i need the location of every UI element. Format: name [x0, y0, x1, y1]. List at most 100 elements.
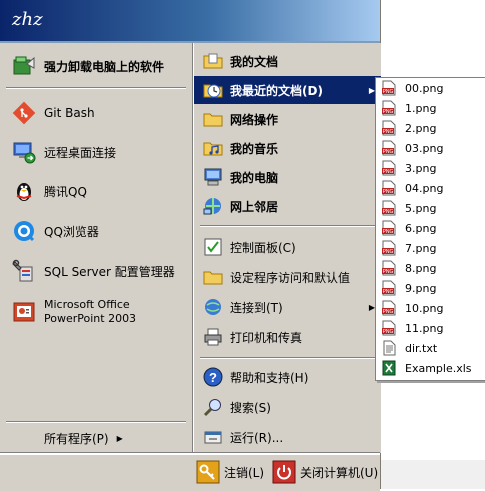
key-icon [196, 460, 220, 484]
program-sql-server-config[interactable]: SQL Server 配置管理器 [0, 254, 192, 288]
setting-printers[interactable]: 打印机和传真 [194, 323, 381, 351]
recent-doc-item[interactable]: PNG 6.png [376, 218, 484, 238]
place-my-computer[interactable]: 我的电脑 [194, 163, 381, 191]
recent-doc-label: 11.png [405, 321, 444, 335]
svg-text:PNG: PNG [383, 209, 394, 215]
recent-doc-label: 8.png [405, 261, 437, 275]
recent-doc-label: 00.png [405, 81, 444, 95]
png-file-icon: PNG [381, 140, 397, 156]
png-file-icon: PNG [381, 260, 397, 276]
help-run[interactable]: 运行(R)... [194, 423, 381, 451]
png-file-icon: PNG [381, 220, 397, 236]
recent-doc-item[interactable]: Example.xls [376, 358, 484, 378]
recent-doc-item[interactable]: PNG 3.png [376, 158, 484, 178]
recent-doc-label: 03.png [405, 141, 444, 155]
program-label: Microsoft Office PowerPoint 2003 [44, 298, 137, 325]
program-label: 远程桌面连接 [44, 145, 117, 160]
setting-control-panel[interactable]: 控制面板(C) [194, 233, 381, 261]
help-search[interactable]: 搜索(S) [194, 393, 381, 421]
logoff-label: 注销(L) [224, 465, 265, 480]
logoff-button[interactable]: 注销(L) [196, 460, 264, 484]
recent-doc-item[interactable]: PNG 9.png [376, 278, 484, 298]
left-separator [6, 87, 186, 89]
recent-doc-label: dir.txt [405, 341, 438, 355]
svg-text:?: ? [209, 370, 217, 385]
svg-text:PNG: PNG [383, 249, 394, 255]
recent-doc-item[interactable]: PNG 7.png [376, 238, 484, 258]
place-recent-documents[interactable]: 我最近的文档(D) ▶ [194, 76, 381, 104]
help-label: 运行(R)... [230, 430, 284, 445]
right-separator-2 [200, 357, 376, 359]
png-file-icon: PNG [381, 160, 397, 176]
place-network-neighborhood[interactable]: 网上邻居 [194, 192, 381, 220]
recent-doc-label: Example.xls [405, 361, 472, 375]
folder-icon [202, 108, 224, 130]
start-menu: zhz 强力卸载电脑上的软件 Git Bash 远程桌面连接 腾讯QQ QQ浏览… [0, 0, 381, 491]
recent-doc-item[interactable]: PNG 1.png [376, 98, 484, 118]
setting-label: 控制面板(C) [230, 240, 296, 255]
program-remote-desktop[interactable]: 远程桌面连接 [0, 135, 192, 169]
program-label: QQ浏览器 [44, 224, 99, 239]
svg-text:PNG: PNG [383, 329, 394, 335]
recent-doc-item[interactable]: PNG 8.png [376, 258, 484, 278]
recent-doc-item[interactable]: PNG 00.png [376, 78, 484, 98]
recent-documents-icon [202, 79, 224, 101]
help-label: 搜索(S) [230, 400, 271, 415]
place-label: 我的电脑 [230, 170, 279, 185]
programs-column: 强力卸载电脑上的软件 Git Bash 远程桌面连接 腾讯QQ QQ浏览器 SQ… [0, 43, 192, 453]
user-name: zhz [12, 9, 43, 30]
program-qq-browser[interactable]: QQ浏览器 [0, 214, 192, 248]
help-label: 帮助和支持(H) [230, 370, 309, 385]
svg-text:PNG: PNG [383, 229, 394, 235]
all-programs-button[interactable]: 所有程序(P) ▶ [44, 428, 184, 448]
shutdown-label: 关闭计算机(U) [300, 465, 379, 480]
search-icon [202, 396, 224, 418]
place-label: 我的文档 [230, 54, 279, 69]
remote-desktop-icon [10, 138, 38, 166]
folder-icon [202, 266, 224, 288]
place-my-music[interactable]: 我的音乐 [194, 134, 381, 162]
setting-label: 连接到(T) [230, 300, 283, 315]
git-bash-icon [10, 99, 38, 127]
svg-text:PNG: PNG [383, 269, 394, 275]
start-menu-header: zhz [0, 0, 380, 43]
recent-doc-item[interactable]: PNG 03.png [376, 138, 484, 158]
program-powerpoint[interactable]: Microsoft Office PowerPoint 2003 [0, 294, 192, 334]
svg-text:PNG: PNG [383, 309, 394, 315]
setting-program-access[interactable]: 设定程序访问和默认值 [194, 263, 381, 291]
program-label: 腾讯QQ [44, 184, 87, 199]
program-label: SQL Server 配置管理器 [44, 264, 175, 279]
recent-doc-item[interactable]: PNG 2.png [376, 118, 484, 138]
excel-file-icon [381, 360, 397, 376]
help-icon: ? [202, 366, 224, 388]
png-file-icon: PNG [381, 180, 397, 196]
program-qq[interactable]: 腾讯QQ [0, 174, 192, 208]
control-panel-icon [202, 236, 224, 258]
recent-doc-item[interactable]: dir.txt [376, 338, 484, 358]
place-label: 网上邻居 [230, 199, 279, 214]
place-network-ops[interactable]: 网络操作 [194, 105, 381, 133]
recent-doc-item[interactable]: PNG 5.png [376, 198, 484, 218]
my-documents-icon [202, 50, 224, 72]
recent-doc-item[interactable]: PNG 04.png [376, 178, 484, 198]
recent-doc-label: 2.png [405, 121, 437, 135]
recent-doc-item[interactable]: PNG 11.png [376, 318, 484, 338]
place-label: 我最近的文档(D) [230, 83, 323, 98]
start-menu-footer: 注销(L) 关闭计算机(U) [0, 453, 380, 491]
program-git-bash[interactable]: Git Bash [0, 96, 192, 130]
svg-text:PNG: PNG [383, 149, 394, 155]
shutdown-button[interactable]: 关闭计算机(U) [272, 460, 378, 484]
png-file-icon: PNG [381, 100, 397, 116]
recent-doc-item[interactable]: PNG 10.png [376, 298, 484, 318]
place-my-documents[interactable]: 我的文档 [194, 47, 381, 75]
svg-text:PNG: PNG [383, 169, 394, 175]
recent-doc-label: 10.png [405, 301, 444, 315]
right-separator-1 [200, 225, 376, 227]
recent-documents-submenu: PNG 00.png PNG 1.png PNG 2.png PNG 03.png PNG 3.p… [375, 77, 485, 381]
power-icon [272, 460, 296, 484]
setting-connect-to[interactable]: 连接到(T) ▶ [194, 293, 381, 321]
uninstall-icon [10, 52, 38, 80]
pinned-uninstall-item[interactable]: 强力卸载电脑上的软件 [0, 49, 192, 83]
help-support[interactable]: ? 帮助和支持(H) [194, 363, 381, 391]
program-label: Git Bash [44, 106, 95, 120]
